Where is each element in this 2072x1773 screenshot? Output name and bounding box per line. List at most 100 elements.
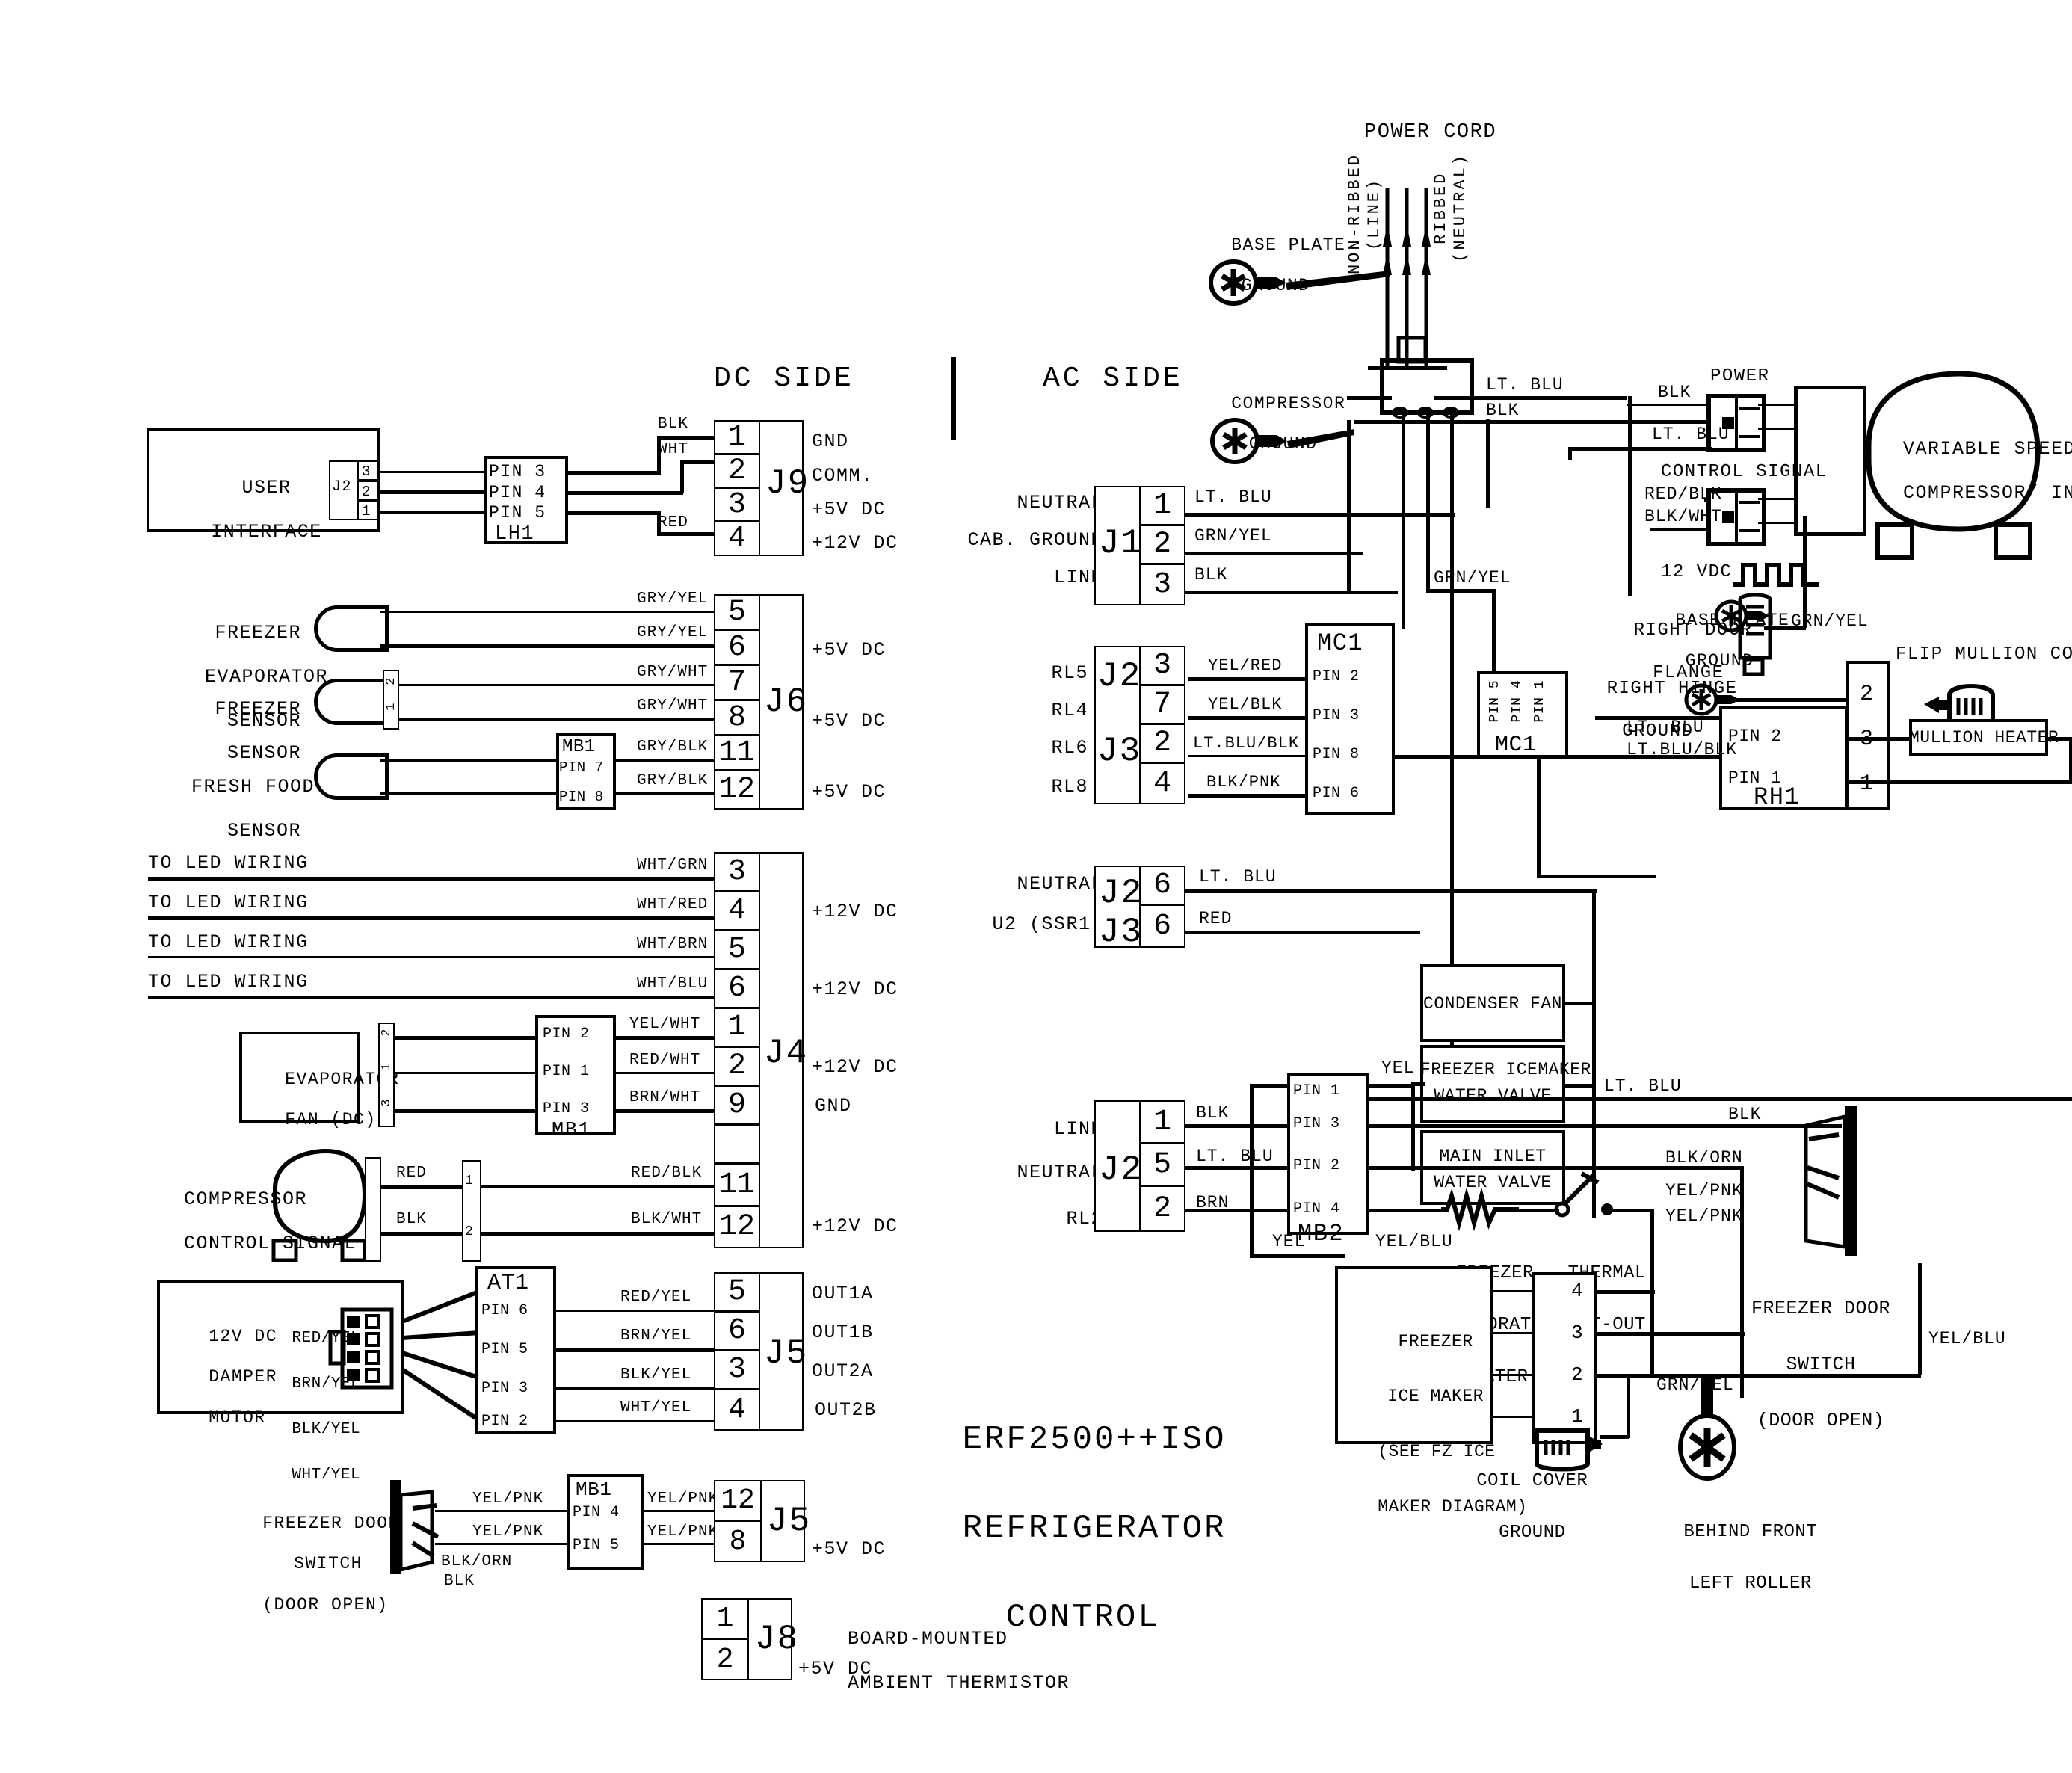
mb1-door-pin-5: PIN 5	[573, 1537, 620, 1554]
wire-label-fan-ltblu: LT. BLU	[1199, 867, 1277, 886]
j8-pin-2: 2	[701, 1638, 749, 1680]
wire-label-j1-blk: BLK	[1194, 565, 1228, 585]
comp-conn-pin-2: 2	[465, 1224, 474, 1239]
j5-damper-name: J5	[764, 1334, 809, 1373]
pulse-waveform-icon	[1733, 563, 1819, 587]
wire-label-door-out-2: YEL/PNK	[647, 1523, 719, 1541]
wire-label-damper-4: WHT/YEL	[620, 1399, 692, 1416]
j5-door-pin-12: 12	[714, 1480, 762, 1521]
j6-pin-6: 6	[714, 629, 760, 665]
wire-label-red-wht: RED/WHT	[629, 1052, 701, 1069]
mc1-relay-pin-8: PIN 8	[1313, 746, 1360, 763]
wire-label-door-yelpnk-2: YEL/PNK	[472, 1523, 544, 1541]
wire-label-valves-yel: YEL	[1381, 1058, 1415, 1078]
wire-label-power-ltblu: LT. BLU	[1652, 425, 1730, 444]
wire-ff-sensor-bot	[380, 792, 558, 795]
wire-ac-drop-1	[1402, 413, 1405, 629]
j4-func-4: +12V DC	[812, 901, 898, 922]
j1-name: J1	[1099, 524, 1144, 563]
led-wiring-label-4: TO LED WIRING	[148, 971, 309, 993]
wire-lh1-blk	[568, 471, 661, 475]
wire-icemaker-1	[1492, 1290, 1534, 1292]
mb2-pin-4: PIN 4	[1293, 1200, 1340, 1218]
lh1-pin-5: PIN 5	[489, 503, 546, 522]
wire-label-damper-1: RED/YEL	[620, 1289, 692, 1306]
j4-pin-3: 3	[714, 852, 760, 892]
lh1-label: LH1	[495, 523, 535, 546]
j9-pin-2: 2	[714, 454, 760, 488]
mb1-pin-7: PIN 7	[559, 759, 604, 776]
mc1-relay-pin-3: PIN 3	[1313, 707, 1360, 724]
j1-pin-3: 3	[1139, 564, 1185, 605]
j5-pin-3: 3	[714, 1350, 760, 1390]
j5-func-out1b: OUT1B	[812, 1322, 874, 1343]
fanvalve-label-u2: U2 (SSR1)	[992, 913, 1103, 935]
mc1-relay-pin-2: PIN 2	[1313, 668, 1360, 685]
wire-led-3	[148, 956, 716, 958]
wire-evap-sensor-bot	[380, 644, 716, 648]
j2lower-label-line: LINE	[1053, 1118, 1103, 1140]
fanvalve-conn-j2: J2	[1099, 874, 1144, 913]
wire-j1-line	[1185, 591, 1398, 594]
wire-lh1-wht-top	[680, 460, 718, 464]
j5-func-out2a: OUT2A	[812, 1360, 874, 1382]
wire-label-ac-yelpnk-2: YEL/PNK	[1665, 1206, 1743, 1226]
mc1-pin-5: PIN 5	[1487, 680, 1502, 723]
j6-name: J6	[764, 682, 809, 721]
wire-fan-red	[1185, 931, 1420, 934]
wire-mc1-pin1-drop	[1537, 758, 1541, 878]
behind-front-left-roller-label: BEHIND FRONT LEFT ROLLER	[1683, 1521, 1818, 1594]
j6-pin-8: 8	[714, 700, 760, 736]
wire-ac-drop-5	[1628, 396, 1632, 596]
j4-func-12: +12V DC	[812, 1215, 898, 1237]
wire-ui-pin3	[378, 471, 486, 473]
user-interface-label: USER INTERFACE	[211, 476, 322, 543]
wire-power-blk	[1627, 404, 1709, 406]
wire-label-damper-2: BRN/YEL	[620, 1328, 692, 1345]
wire-mc1-grnyel-drop	[1492, 589, 1496, 673]
freezer-evap-sensor-body	[314, 605, 389, 652]
mb1-door-pin-4: PIN 4	[573, 1504, 620, 1521]
j4-pin-6: 6	[714, 969, 760, 1008]
relay-label-rl4: RL4	[1051, 700, 1088, 721]
wire-mb1-door-out-1	[644, 1510, 716, 1512]
wire-label-door-out-1: YEL/PNK	[647, 1490, 719, 1508]
evap-fan-conn-pin-3: 3	[380, 1099, 394, 1107]
icemaker-conn-pin-3: 3	[1571, 1322, 1584, 1344]
mb1-label-sensor: MB1	[562, 737, 596, 757]
j6-func-12: +5V DC	[812, 781, 887, 803]
relay-label-rl6: RL6	[1051, 737, 1088, 759]
j4-func-9: GND	[815, 1095, 852, 1117]
fanvalve-label-neutral: NEUTRAL	[1017, 873, 1103, 895]
j5-pin-5: 5	[714, 1272, 760, 1312]
j4-func-2: +12V DC	[812, 1056, 898, 1078]
wire-at1-out-4	[556, 1420, 716, 1422]
wire-mullion-return-h	[1888, 780, 2072, 784]
wire-label-comp-red: RED	[396, 1165, 427, 1182]
at1-pin-3: PIN 3	[481, 1380, 528, 1397]
fanvalve-pin-6b: 6	[1139, 904, 1185, 948]
fanvalve-pin-6a: 6	[1139, 866, 1185, 905]
j4-pin-1: 1	[714, 1008, 760, 1047]
at1-pin-5: PIN 5	[481, 1341, 528, 1358]
wire-label-door-yelpnk-1: YEL/PNK	[472, 1490, 544, 1508]
wire-led-2	[148, 916, 716, 920]
j1-pin-1: 1	[1139, 486, 1185, 525]
mb1-evapfan-pin-2: PIN 2	[543, 1026, 590, 1043]
wire-mb1-door-out-2	[644, 1543, 716, 1545]
wire-label-wht-blu: WHT/BLU	[637, 975, 709, 993]
ac-side-header: AC SIDE	[1043, 363, 1183, 395]
j4-name: J4	[764, 1034, 809, 1073]
wire-icemaker-yelblu	[1595, 1374, 1921, 1378]
at1-label: AT1	[487, 1271, 529, 1296]
j2lower-pin-5: 5	[1139, 1143, 1185, 1186]
evaporator-fan-label: EVAPORATOR FAN (DC)	[285, 1070, 400, 1130]
wire-label-rh1-ltblu: LT. BLU	[1627, 718, 1704, 737]
control-signal-label: CONTROL SIGNAL	[1661, 462, 1828, 482]
mb1-evapfan-label: MB1	[552, 1120, 592, 1142]
relay-pin-4: 4	[1139, 762, 1185, 804]
wire-mb1-pin8-out	[616, 792, 716, 795]
wire-control-2	[1650, 528, 1710, 531]
lh1-pin-3: PIN 3	[489, 462, 546, 481]
evap-fan-connector	[378, 1023, 395, 1127]
